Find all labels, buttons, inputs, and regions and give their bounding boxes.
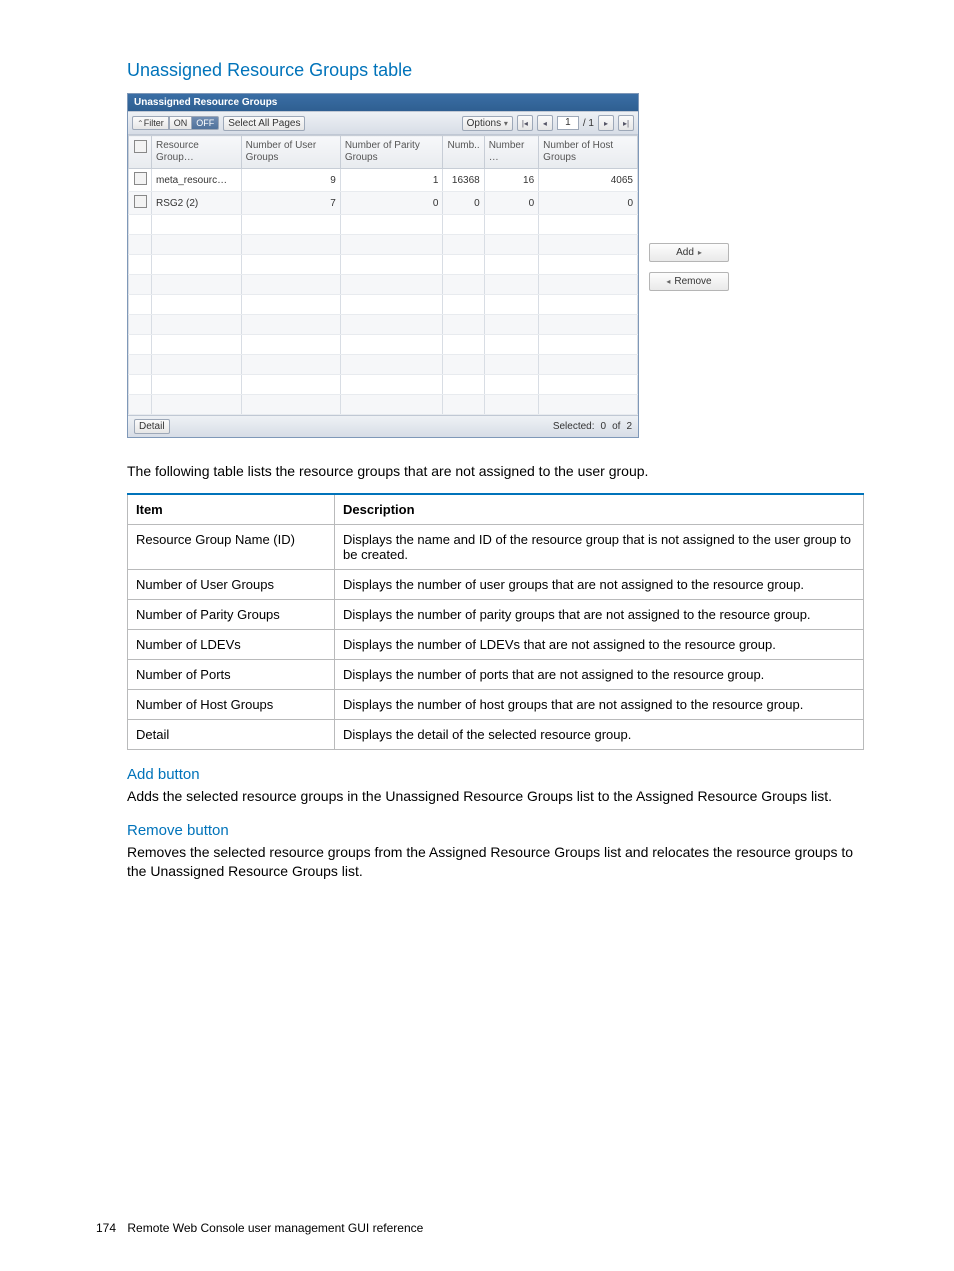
cell-host-groups: 4065: [539, 169, 638, 192]
selected-label: Selected:: [553, 421, 595, 432]
page-number: 174: [96, 1221, 116, 1235]
cell-item: Number of Ports: [128, 659, 335, 689]
detail-button[interactable]: Detail: [134, 419, 170, 434]
table-row: [129, 395, 638, 415]
table-row: [129, 355, 638, 375]
add-arrow-icon: ▸: [698, 248, 702, 257]
side-buttons: Add ▸ ◂ Remove: [649, 243, 729, 291]
resource-groups-table: Resource Group… Number of User Groups Nu…: [128, 135, 638, 415]
table-row: [129, 275, 638, 295]
filter-on-button[interactable]: ON: [169, 116, 193, 130]
cell-item: Detail: [128, 719, 335, 749]
table-row[interactable]: RSG2 (2)70000: [129, 192, 638, 215]
page-title: Unassigned Resource Groups table: [127, 60, 864, 81]
screenshot-block: Unassigned Resource Groups ⌃Filter ON OF…: [127, 93, 864, 438]
selected-count: 0: [601, 421, 607, 432]
row-checkbox[interactable]: [134, 195, 147, 208]
cell-ports: 16: [484, 169, 538, 192]
table-row: [129, 375, 638, 395]
table-row: Number of Host GroupsDisplays the number…: [128, 689, 864, 719]
footer-text: Remote Web Console user management GUI r…: [127, 1221, 423, 1235]
table-row: [129, 235, 638, 255]
panel-toolbar: ⌃Filter ON OFF Select All Pages Options …: [128, 111, 638, 135]
col-ports[interactable]: Number …: [484, 136, 538, 169]
remove-section-text: Removes the selected resource groups fro…: [127, 843, 864, 881]
options-button[interactable]: Options ▾: [462, 116, 513, 131]
page-footer: 174 Remote Web Console user management G…: [96, 1221, 423, 1235]
select-all-checkbox[interactable]: [129, 136, 152, 169]
cell-item: Number of Host Groups: [128, 689, 335, 719]
filter-label[interactable]: ⌃Filter: [132, 116, 169, 130]
cell-description: Displays the name and ID of the resource…: [335, 524, 864, 569]
filter-off-button[interactable]: OFF: [192, 116, 219, 130]
table-row[interactable]: meta_resourc…9116368164065: [129, 169, 638, 192]
of-label: of: [612, 421, 620, 432]
cell-user-groups: 7: [241, 192, 340, 215]
cell-name: RSG2 (2): [152, 192, 242, 215]
cell-item: Number of User Groups: [128, 569, 335, 599]
table-row: Resource Group Name (ID)Displays the nam…: [128, 524, 864, 569]
cell-description: Displays the number of host groups that …: [335, 689, 864, 719]
table-row: Number of Parity GroupsDisplays the numb…: [128, 599, 864, 629]
cell-description: Displays the number of ports that are no…: [335, 659, 864, 689]
col-item: Item: [128, 494, 335, 525]
cell-description: Displays the number of user groups that …: [335, 569, 864, 599]
resource-groups-panel: Unassigned Resource Groups ⌃Filter ON OF…: [127, 93, 639, 438]
remove-arrow-icon: ◂: [666, 277, 670, 286]
cell-parity-groups: 0: [340, 192, 443, 215]
cell-user-groups: 9: [241, 169, 340, 192]
table-row: [129, 335, 638, 355]
table-row: [129, 215, 638, 235]
add-section-text: Adds the selected resource groups in the…: [127, 787, 864, 806]
cell-item: Number of Parity Groups: [128, 599, 335, 629]
table-row: Number of PortsDisplays the number of po…: [128, 659, 864, 689]
page-total: / 1: [583, 118, 594, 129]
prev-page-icon[interactable]: ◂: [537, 115, 553, 131]
remove-section-heading: Remove button: [127, 822, 864, 839]
cell-host-groups: 0: [539, 192, 638, 215]
add-button[interactable]: Add ▸: [649, 243, 729, 262]
table-row: Number of LDEVsDisplays the number of LD…: [128, 629, 864, 659]
page-input[interactable]: 1: [557, 116, 579, 130]
select-all-button[interactable]: Select All Pages: [223, 116, 305, 131]
next-page-icon[interactable]: ▸: [598, 115, 614, 131]
panel-footer: Detail Selected: 0 of 2: [128, 415, 638, 437]
cell-parity-groups: 1: [340, 169, 443, 192]
col-ldevs[interactable]: Numb..: [443, 136, 484, 169]
first-page-icon[interactable]: |◂: [517, 115, 533, 131]
cell-description: Displays the detail of the selected reso…: [335, 719, 864, 749]
cell-ldevs: 16368: [443, 169, 484, 192]
table-row: Number of User GroupsDisplays the number…: [128, 569, 864, 599]
cell-description: Displays the number of parity groups tha…: [335, 599, 864, 629]
description-table: Item Description Resource Group Name (ID…: [127, 493, 864, 750]
table-row: [129, 295, 638, 315]
col-host-groups[interactable]: Number of Host Groups: [539, 136, 638, 169]
table-row: [129, 315, 638, 335]
col-description: Description: [335, 494, 864, 525]
cell-ports: 0: [484, 192, 538, 215]
cell-name: meta_resourc…: [152, 169, 242, 192]
row-checkbox[interactable]: [134, 172, 147, 185]
last-page-icon[interactable]: ▸|: [618, 115, 634, 131]
cell-ldevs: 0: [443, 192, 484, 215]
remove-button[interactable]: ◂ Remove: [649, 272, 729, 291]
cell-item: Number of LDEVs: [128, 629, 335, 659]
cell-description: Displays the number of LDEVs that are no…: [335, 629, 864, 659]
col-resource-group[interactable]: Resource Group…: [152, 136, 242, 169]
table-row: DetailDisplays the detail of the selecte…: [128, 719, 864, 749]
cell-item: Resource Group Name (ID): [128, 524, 335, 569]
col-user-groups[interactable]: Number of User Groups: [241, 136, 340, 169]
add-section-heading: Add button: [127, 766, 864, 783]
selected-total: 2: [626, 421, 632, 432]
panel-heading: Unassigned Resource Groups: [128, 94, 638, 111]
intro-paragraph: The following table lists the resource g…: [127, 462, 864, 481]
col-parity-groups[interactable]: Number of Parity Groups: [340, 136, 443, 169]
table-row: [129, 255, 638, 275]
